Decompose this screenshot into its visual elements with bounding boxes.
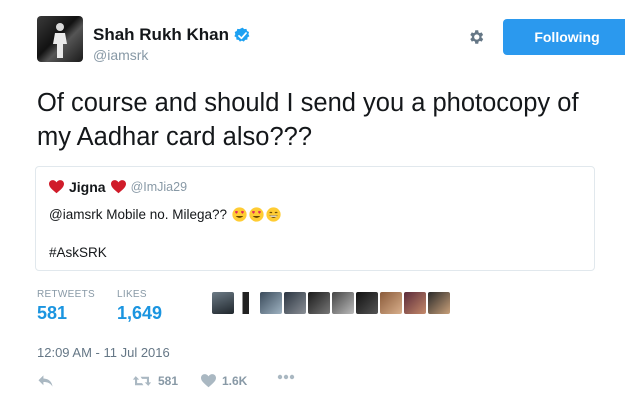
likes-label: LIKES bbox=[117, 289, 147, 300]
liker-avatar[interactable] bbox=[212, 292, 234, 314]
tweet-text: Of course and should I send you a photoc… bbox=[37, 89, 579, 151]
quoted-display-name[interactable]: Jigna bbox=[69, 179, 106, 195]
gear-icon[interactable] bbox=[467, 28, 485, 46]
reply-icon bbox=[38, 375, 53, 387]
heart-icon bbox=[201, 374, 216, 388]
quoted-hashtag[interactable]: #AskSRK bbox=[49, 245, 107, 260]
retweets-value: 581 bbox=[37, 303, 68, 323]
red-heart-icon bbox=[49, 180, 64, 194]
retweet-count: 581 bbox=[158, 374, 179, 388]
following-button[interactable]: Following bbox=[503, 19, 625, 55]
author-avatar[interactable] bbox=[37, 16, 83, 62]
likes-stat[interactable]: LIKES 1,649 bbox=[117, 289, 162, 324]
quoted-tweet-text-row: @iamsrk Mobile no. Milega?? bbox=[49, 207, 283, 222]
retweets-label: RETWEETS bbox=[37, 289, 95, 300]
quoted-tweet[interactable]: Jigna @ImJia29 @iamsrk Mobile no. Milega… bbox=[35, 166, 595, 271]
liker-avatar[interactable] bbox=[236, 292, 258, 314]
author-display-name[interactable]: Shah Rukh Khan bbox=[93, 25, 229, 45]
author-name-row: Shah Rukh Khan bbox=[93, 25, 251, 45]
emoji-row bbox=[232, 207, 283, 222]
liker-avatar[interactable] bbox=[308, 292, 330, 314]
red-heart-icon bbox=[110, 180, 126, 194]
likes-value: 1,649 bbox=[117, 303, 163, 323]
liker-avatar[interactable] bbox=[284, 292, 306, 314]
avatar-figure-icon bbox=[53, 23, 67, 58]
author-handle[interactable]: @iamsrk bbox=[93, 47, 148, 63]
retweet-icon bbox=[132, 376, 152, 386]
grinning-emoji-icon bbox=[266, 207, 281, 222]
more-button[interactable] bbox=[277, 374, 301, 380]
liker-avatars bbox=[212, 292, 452, 314]
liker-avatar[interactable] bbox=[404, 292, 426, 314]
liker-avatar[interactable] bbox=[428, 292, 450, 314]
quoted-handle[interactable]: @ImJia29 bbox=[131, 180, 187, 194]
liker-avatar[interactable] bbox=[260, 292, 282, 314]
like-count: 1.6K bbox=[222, 374, 248, 388]
quoted-tweet-header: Jigna @ImJia29 bbox=[49, 179, 187, 195]
retweets-stat[interactable]: RETWEETS 581 bbox=[37, 289, 95, 324]
liker-avatar[interactable] bbox=[380, 292, 402, 314]
liker-avatar[interactable] bbox=[356, 292, 378, 314]
verified-badge-icon bbox=[234, 27, 250, 42]
heart-eyes-emoji-icon bbox=[249, 207, 264, 222]
more-icon bbox=[277, 374, 295, 380]
like-button[interactable]: 1.6K bbox=[201, 374, 247, 388]
heart-eyes-emoji-icon bbox=[232, 207, 247, 222]
liker-avatar[interactable] bbox=[332, 292, 354, 314]
tweet-header: Shah Rukh Khan @iamsrk Following bbox=[37, 16, 625, 66]
quoted-tweet-text: @iamsrk Mobile no. Milega?? bbox=[49, 207, 228, 222]
tweet-timestamp[interactable]: 12:09 AM - 11 Jul 2016 bbox=[37, 345, 170, 360]
retweet-button[interactable]: 581 bbox=[132, 374, 178, 388]
reply-button[interactable] bbox=[37, 374, 60, 388]
